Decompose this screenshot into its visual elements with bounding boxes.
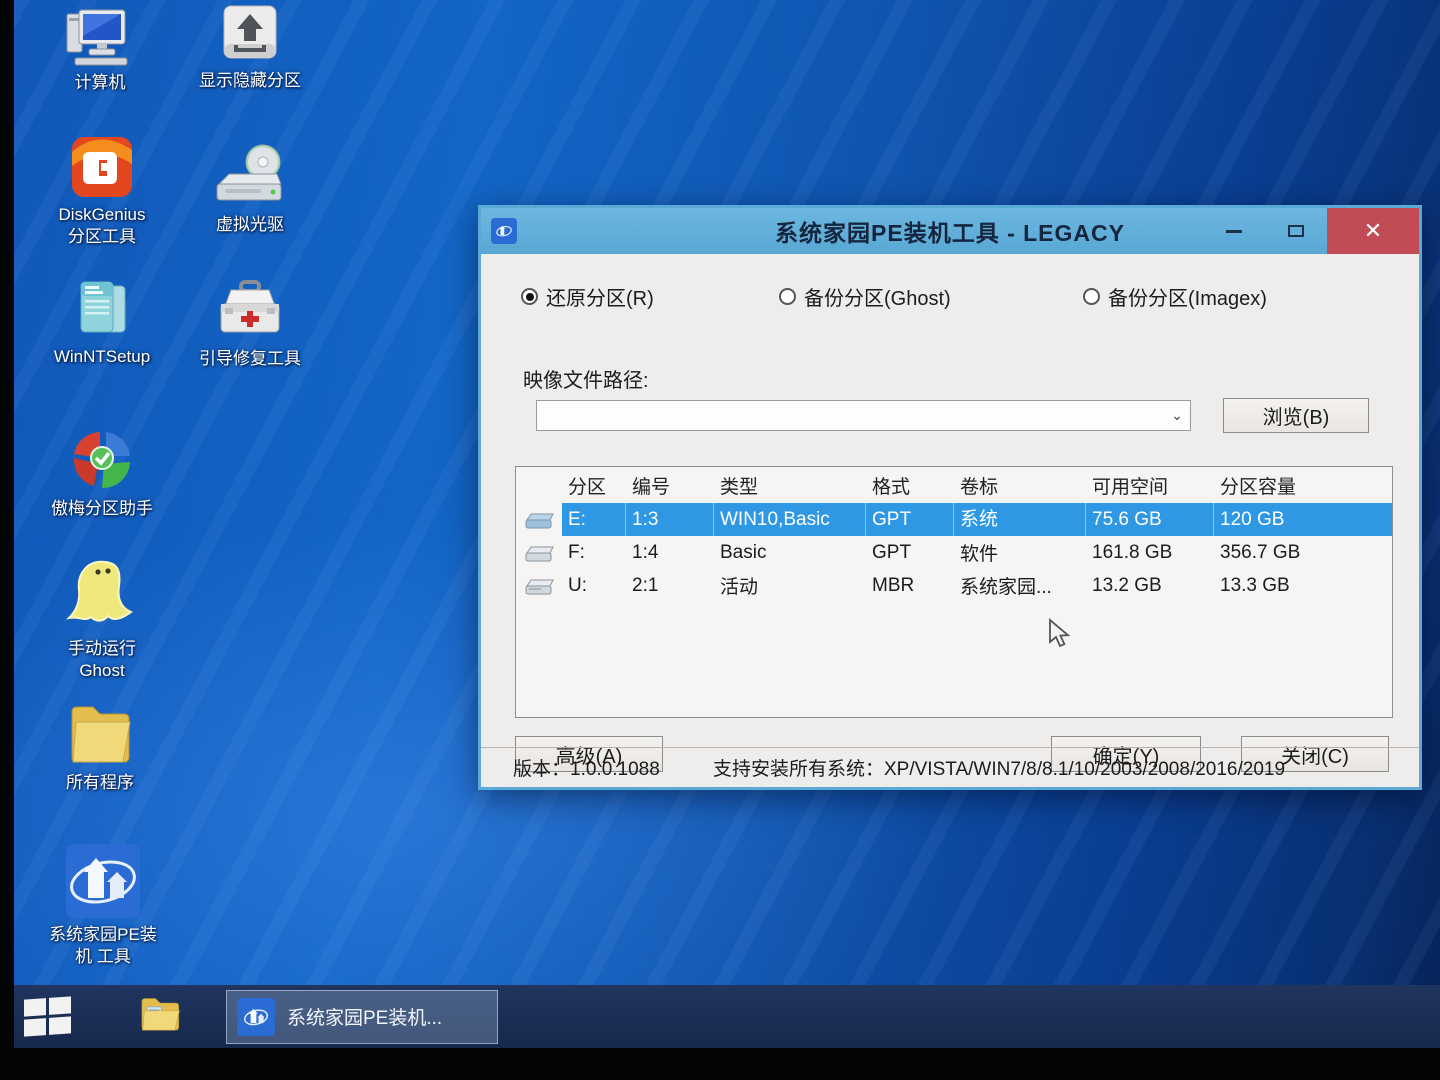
cell-drive: U: (562, 575, 626, 597)
cell-drive: E: (562, 503, 626, 536)
desktop-icon-label: 手动运行 Ghost (68, 638, 136, 682)
radio-label: 备份分区(Ghost) (804, 282, 951, 311)
cell-capacity: 356.7 GB (1214, 542, 1392, 564)
cell-type: Basic (714, 542, 866, 564)
cell-index: 1:4 (626, 542, 714, 564)
image-path-combobox[interactable]: ⌄ (536, 400, 1191, 431)
diskgenius-icon (69, 134, 135, 200)
desktop-icon-label: 引导修复工具 (199, 348, 301, 370)
desktop-icon-computer[interactable]: 计算机 (36, 6, 164, 94)
radio-dot (521, 288, 538, 305)
desktop-icon-all-programs[interactable]: 所有程序 (36, 698, 164, 794)
cell-format: GPT (866, 503, 954, 536)
cell-format: MBR (866, 575, 954, 597)
desktop-icon-label: 傲梅分区助手 (51, 498, 153, 520)
cell-type: 活动 (714, 572, 866, 599)
cell-volume: 软件 (954, 539, 1086, 566)
radio-backup-imagex[interactable]: 备份分区(Imagex) (1083, 282, 1267, 311)
desktop-icon-label: DiskGenius 分区工具 (59, 204, 146, 248)
pe-installer-window: 系统家园PE装机工具 - LEGACY ✕ 还原分区(R) 备份分区(Ghost… (478, 205, 1422, 790)
winntsetup-icon (71, 278, 133, 342)
taskbar-item-label: 系统家园PE装机... (287, 1003, 442, 1030)
desktop-icon-label: 计算机 (75, 72, 126, 94)
pe-tool-house-icon (64, 842, 142, 920)
radio-label: 还原分区(R) (546, 282, 654, 311)
mouse-cursor (1048, 618, 1074, 653)
cell-type: WIN10,Basic (714, 503, 866, 536)
cell-index: 1:3 (626, 503, 714, 536)
partition-list-header: 分区 编号 类型 格式 卷标 可用空间 分区容量 (516, 467, 1392, 503)
virtual-cd-drive-icon (211, 142, 289, 210)
radio-restore-partition[interactable]: 还原分区(R) (521, 282, 779, 311)
col-header: 可用空间 (1086, 472, 1214, 499)
desktop-icon-pe-tool[interactable]: 系统家园PE装 机 工具 (28, 842, 178, 968)
col-header: 分区 (562, 472, 626, 499)
partition-row-f[interactable]: F: 1:4 Basic GPT 软件 161.8 GB 356.7 GB (516, 536, 1392, 569)
radio-backup-ghost[interactable]: 备份分区(Ghost) (779, 282, 1083, 311)
cell-capacity: 13.3 GB (1214, 575, 1392, 597)
desktop-icon-label: 所有程序 (66, 772, 134, 794)
cell-free: 13.2 GB (1086, 575, 1214, 597)
partition-row-u[interactable]: U: 2:1 活动 MBR 系统家园... 13.2 GB 13.3 GB (516, 569, 1392, 602)
desktop-icon-ghost[interactable]: 手动运行 Ghost (36, 556, 168, 682)
computer-icon (63, 6, 137, 68)
ghost-icon (65, 556, 139, 634)
disk-drive-icon (516, 576, 562, 596)
image-path-label: 映像文件路径: (523, 364, 649, 393)
disk-drive-icon (516, 543, 562, 563)
desktop-icon-winntsetup[interactable]: WinNTSetup (26, 278, 178, 368)
start-button[interactable] (14, 985, 80, 1048)
file-explorer-button[interactable] (138, 994, 182, 1039)
desktop-icon-label: 显示隐藏分区 (199, 70, 301, 92)
col-header: 格式 (866, 472, 954, 499)
taskbar-item-pe-tool[interactable]: 系统家园PE装机... (226, 990, 498, 1044)
col-header: 类型 (714, 472, 866, 499)
window-content: 还原分区(R) 备份分区(Ghost) 备份分区(Imagex) 映像文件路径:… (481, 254, 1419, 787)
radio-dot (1083, 288, 1100, 305)
disk-drive-icon (516, 510, 562, 530)
radio-label: 备份分区(Imagex) (1108, 282, 1267, 311)
cell-drive: F: (562, 542, 626, 564)
desktop-icon-aomei[interactable]: 傲梅分区助手 (34, 428, 170, 520)
image-path-input[interactable] (537, 406, 1164, 426)
cell-volume: 系统 (954, 503, 1086, 536)
taskbar: 系统家园PE装机... (14, 985, 1440, 1048)
col-header: 编号 (626, 472, 714, 499)
version-text: 版本：1.0.0.1088 (513, 754, 713, 781)
browse-button[interactable]: 浏览(B) (1223, 398, 1369, 433)
cell-free: 75.6 GB (1086, 503, 1214, 536)
windows-logo-icon (24, 996, 71, 1036)
cell-free: 161.8 GB (1086, 542, 1214, 564)
desktop: 计算机 显示隐藏分区 DiskGenius 分区工具 (14, 0, 1440, 1048)
pe-tool-taskbar-icon (237, 998, 275, 1036)
chevron-down-icon[interactable]: ⌄ (1164, 407, 1190, 424)
supported-systems-text: 支持安装所有系统：XP/VISTA/WIN7/8/8.1/10/2003/200… (713, 754, 1419, 781)
desktop-icon-show-hidden[interactable]: 显示隐藏分区 (176, 4, 324, 92)
cell-format: GPT (866, 542, 954, 564)
cell-volume: 系统家园... (954, 572, 1086, 599)
boot-repair-toolbox-icon (211, 278, 289, 344)
desktop-icon-label: 虚拟光驱 (216, 214, 284, 236)
minimize-button[interactable] (1203, 208, 1265, 254)
partition-list[interactable]: 分区 编号 类型 格式 卷标 可用空间 分区容量 E: (515, 466, 1393, 718)
aomei-pie-icon (64, 428, 140, 494)
cell-index: 2:1 (626, 575, 714, 597)
radio-dot (779, 288, 796, 305)
close-window-button[interactable]: ✕ (1327, 208, 1419, 254)
mode-radio-group: 还原分区(R) 备份分区(Ghost) 备份分区(Imagex) (521, 282, 1389, 311)
partition-row-e[interactable]: E: 1:3 WIN10,Basic GPT 系统 75.6 GB 120 GB (516, 503, 1392, 536)
window-titlebar[interactable]: 系统家园PE装机工具 - LEGACY ✕ (481, 208, 1419, 254)
desktop-icon-diskgenius[interactable]: DiskGenius 分区工具 (36, 134, 168, 248)
show-hidden-partitions-icon (218, 4, 282, 66)
desktop-icon-boot-repair[interactable]: 引导修复工具 (176, 278, 324, 370)
desktop-icon-label: 系统家园PE装 机 工具 (49, 924, 157, 968)
col-header: 分区容量 (1214, 472, 1392, 499)
folder-icon (66, 698, 134, 768)
status-bar: 版本：1.0.0.1088 支持安装所有系统：XP/VISTA/WIN7/8/8… (481, 747, 1419, 787)
col-header: 卷标 (954, 472, 1086, 499)
desktop-icon-virtual-cd[interactable]: 虚拟光驱 (182, 142, 318, 236)
maximize-button[interactable] (1265, 208, 1327, 254)
desktop-icon-label: WinNTSetup (54, 346, 150, 368)
cell-capacity: 120 GB (1214, 503, 1392, 536)
